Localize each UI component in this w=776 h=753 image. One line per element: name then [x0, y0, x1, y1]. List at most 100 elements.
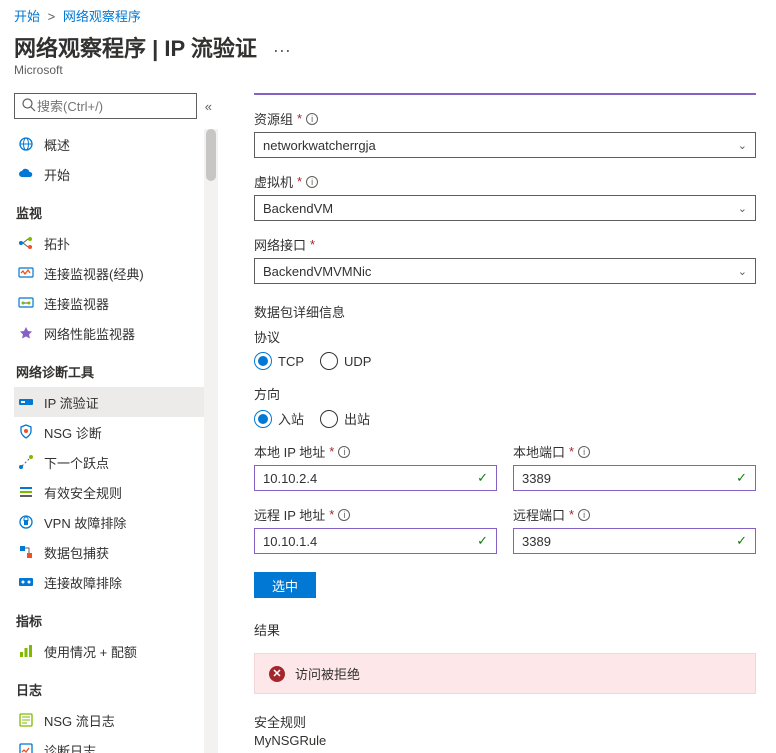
info-icon[interactable]: i: [306, 176, 318, 188]
sidebar-item-connection-troubleshoot[interactable]: 连接故障排除: [14, 567, 206, 597]
result-status-box: ✕ 访问被拒绝: [254, 653, 756, 694]
sidebar-item-packet-capture[interactable]: 数据包捕获: [14, 537, 206, 567]
remote-port-input[interactable]: 3389 ✓: [513, 528, 756, 554]
local-ip-input[interactable]: 10.10.2.4 ✓: [254, 465, 497, 491]
usage-icon: [18, 643, 34, 659]
cloud-icon: [18, 166, 34, 182]
info-icon[interactable]: i: [338, 509, 350, 521]
required-icon: *: [569, 444, 574, 459]
sidebar-item-label: 开始: [44, 165, 70, 184]
sidebar-item-diagnostic-logs[interactable]: 诊断日志: [14, 735, 206, 753]
sidebar-item-label: 下一个跃点: [44, 453, 109, 472]
info-icon[interactable]: i: [338, 446, 350, 458]
packet-details-heading: 数据包详细信息: [254, 302, 756, 321]
radio-icon: [320, 410, 338, 428]
security-rule-label: 安全规则: [254, 712, 756, 731]
check-icon: ✓: [736, 470, 747, 486]
topology-icon: [18, 235, 34, 251]
sidebar-section-monitor: 监视: [14, 189, 206, 228]
nsg-icon: [18, 424, 34, 440]
sidebar-item-vpn-troubleshoot[interactable]: VPN 故障排除: [14, 507, 206, 537]
info-icon[interactable]: i: [306, 113, 318, 125]
sidebar-item-ip-flow-verify[interactable]: IP 流验证: [14, 387, 206, 417]
check-icon: ✓: [736, 533, 747, 549]
sidebar-item-label: 诊断日志: [44, 741, 96, 753]
page-title: 网络观察程序 | IP 流验证: [14, 31, 257, 63]
sidebar-scrollbar-thumb[interactable]: [206, 129, 216, 181]
result-status-text: 访问被拒绝: [295, 664, 360, 683]
flowlog-icon: [18, 712, 34, 728]
sidebar-item-label: VPN 故障排除: [44, 513, 126, 532]
conn-troubleshoot-icon: [18, 574, 34, 590]
remote-port-label: 远程端口: [513, 505, 565, 524]
sidebar-scrollbar[interactable]: [204, 129, 218, 753]
sidebar-item-label: 概述: [44, 135, 70, 154]
perf-icon: [18, 325, 34, 341]
sidebar-item-label: NSG 流日志: [44, 711, 115, 730]
sidebar-item-label: 连接监视器: [44, 294, 109, 313]
sidebar-item-network-perf[interactable]: 网络性能监视器: [14, 318, 206, 348]
radio-icon: [254, 352, 272, 370]
resource-group-label: 资源组: [254, 109, 293, 128]
breadcrumb-home[interactable]: 开始: [14, 9, 40, 24]
more-actions-icon[interactable]: ···: [269, 40, 291, 61]
required-icon: *: [329, 444, 334, 459]
packet-icon: [18, 544, 34, 560]
breadcrumb-current[interactable]: 网络观察程序: [63, 9, 141, 24]
chevron-down-icon: ⌄: [738, 265, 747, 278]
local-port-label: 本地端口: [513, 442, 565, 461]
search-input-wrap[interactable]: [14, 93, 197, 119]
sidebar-item-usage-quota[interactable]: 使用情况 + 配额: [14, 636, 206, 666]
nic-select[interactable]: BackendVMVMNic ⌄: [254, 258, 756, 284]
ipflow-icon: [18, 394, 34, 410]
local-port-input[interactable]: 3389 ✓: [513, 465, 756, 491]
chevron-down-icon: ⌄: [738, 202, 747, 215]
breadcrumb: 开始 > 网络观察程序: [0, 0, 776, 27]
sidebar-item-overview[interactable]: 概述: [14, 129, 206, 159]
check-button[interactable]: 选中: [254, 572, 316, 598]
protocol-label: 协议: [254, 327, 756, 346]
globe-icon: [18, 136, 34, 152]
sidebar-item-label: 连接监视器(经典): [44, 264, 144, 283]
sidebar-item-nsg-diagnostics[interactable]: NSG 诊断: [14, 417, 206, 447]
sidebar-item-label: 拓扑: [44, 234, 70, 253]
remote-ip-value: 10.10.1.4: [263, 534, 317, 549]
radio-label: UDP: [344, 354, 371, 369]
resource-group-value: networkwatcherrgja: [263, 138, 376, 153]
error-icon: ✕: [269, 666, 285, 682]
sidebar-item-effective-rules[interactable]: 有效安全规则: [14, 477, 206, 507]
sidebar-item-topology[interactable]: 拓扑: [14, 228, 206, 258]
sidebar-item-start[interactable]: 开始: [14, 159, 206, 189]
vm-select[interactable]: BackendVM ⌄: [254, 195, 756, 221]
sidebar-item-label: 连接故障排除: [44, 573, 122, 592]
check-icon: ✓: [477, 533, 488, 549]
sidebar-section-diagnostics: 网络诊断工具: [14, 348, 206, 387]
radio-icon: [320, 352, 338, 370]
sidebar-item-connection-monitor[interactable]: 连接监视器: [14, 288, 206, 318]
monitor-classic-icon: [18, 265, 34, 281]
sidebar-item-next-hop[interactable]: 下一个跃点: [14, 447, 206, 477]
required-icon: *: [329, 507, 334, 522]
remote-ip-label: 远程 IP 地址: [254, 505, 325, 524]
protocol-udp-radio[interactable]: UDP: [320, 352, 371, 370]
protocol-tcp-radio[interactable]: TCP: [254, 352, 304, 370]
local-ip-value: 10.10.2.4: [263, 471, 317, 486]
diaglog-icon: [18, 742, 34, 753]
sidebar-section-metrics: 指标: [14, 597, 206, 636]
collapse-sidebar-icon[interactable]: «: [205, 99, 212, 114]
info-icon[interactable]: i: [578, 446, 590, 458]
remote-ip-input[interactable]: 10.10.1.4 ✓: [254, 528, 497, 554]
required-icon: *: [297, 174, 302, 189]
search-input[interactable]: [37, 99, 190, 114]
sidebar-item-connection-monitor-classic[interactable]: 连接监视器(经典): [14, 258, 206, 288]
required-icon: *: [297, 111, 302, 126]
radio-icon: [254, 410, 272, 428]
sidebar: « 概述 开始 监视 拓扑 连接监视器(经典) 连接监视器: [0, 89, 218, 753]
info-icon[interactable]: i: [578, 509, 590, 521]
resource-group-select[interactable]: networkwatcherrgja ⌄: [254, 132, 756, 158]
direction-outbound-radio[interactable]: 出站: [320, 409, 370, 428]
radio-label: TCP: [278, 354, 304, 369]
direction-inbound-radio[interactable]: 入站: [254, 409, 304, 428]
breadcrumb-separator: >: [44, 9, 60, 24]
sidebar-item-nsg-flow-logs[interactable]: NSG 流日志: [14, 705, 206, 735]
